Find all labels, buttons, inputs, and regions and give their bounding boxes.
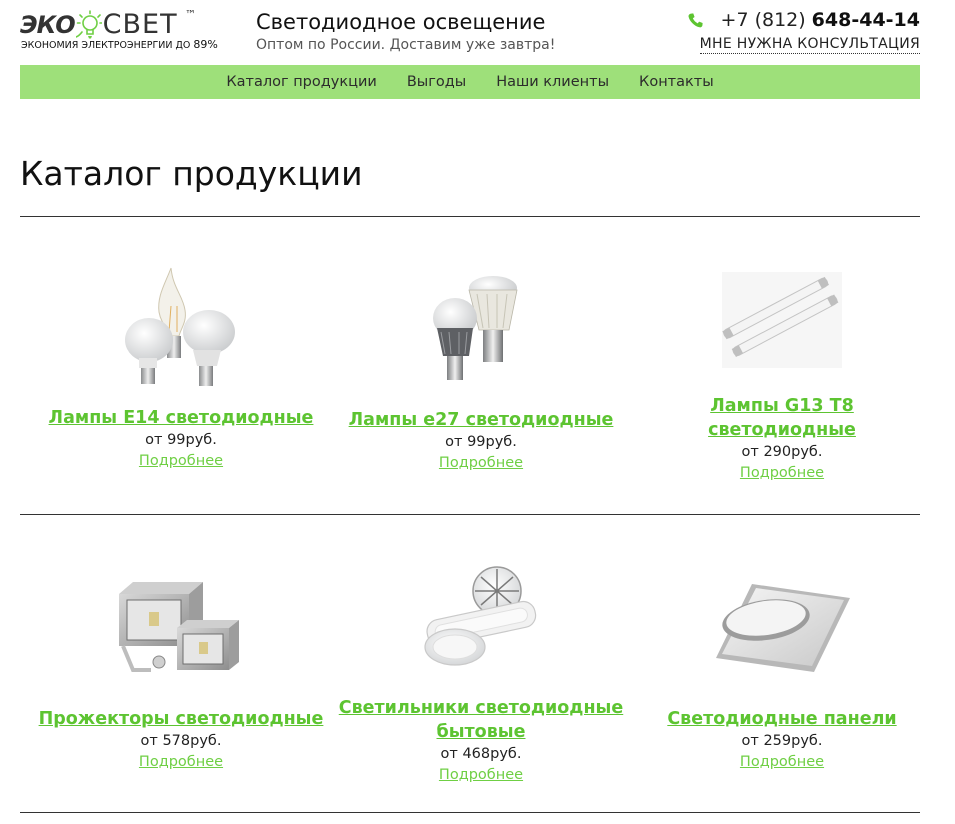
logo-left-text: ЭКО — [20, 11, 76, 39]
product-name[interactable]: Лампы e27 светодиодные — [331, 408, 631, 432]
product-image-led-panels[interactable] — [712, 578, 852, 678]
product-image-e14-lamps[interactable] — [121, 266, 241, 394]
header-contact: +7 (812) 648-44-14 МНЕ НУЖНА КОНСУЛЬТАЦИ… — [688, 8, 920, 54]
product-card: Лампы G13 T8 светодиодные от 290руб. Под… — [632, 272, 932, 483]
logo[interactable]: ЭКО СВЕТ ™ ЭКОНОМИЯ ЭЛЕКТРОЭНЕРГИИ ДО 89… — [20, 6, 220, 56]
header-tagline: Светодиодное освещение Оптом по России. … — [256, 8, 555, 54]
page-title: Каталог продукции — [20, 154, 363, 193]
product-more-link[interactable]: Подробнее — [439, 453, 523, 473]
product-image-floodlights[interactable] — [115, 578, 247, 678]
product-name[interactable]: Прожекторы светодиодные — [31, 707, 331, 731]
product-price: от 99руб. — [445, 434, 517, 450]
product-card: Прожекторы светодиодные от 578руб. Подро… — [31, 578, 331, 772]
product-price: от 259руб. — [741, 733, 823, 749]
phone-number: 648-44-14 — [811, 9, 920, 31]
product-card: Лампы E14 светодиодные от 99руб. Подробн… — [31, 266, 331, 471]
product-card: Светодиодные панели от 259руб. Подробнее — [632, 578, 932, 772]
product-image-g13-tubes[interactable] — [722, 272, 842, 368]
nav-item-benefits[interactable]: Выгоды — [407, 74, 466, 90]
divider — [20, 812, 920, 813]
logo-right-text: СВЕТ — [102, 9, 178, 40]
logo-tagline-value: 89% — [193, 38, 218, 51]
product-name[interactable]: Лампы E14 светодиодные — [31, 406, 331, 430]
bulb-icon — [75, 10, 102, 39]
product-name[interactable]: Светильники светодиодные бытовые — [331, 696, 631, 744]
divider — [20, 514, 920, 515]
divider — [20, 216, 920, 217]
product-card: Светильники светодиодные бытовые от 468р… — [331, 565, 631, 785]
product-more-link[interactable]: Подробнее — [740, 463, 824, 483]
logo-tagline: ЭКОНОМИЯ ЭЛЕКТРОЭНЕРГИИ ДО 89% — [21, 38, 218, 51]
product-more-link[interactable]: Подробнее — [740, 752, 824, 772]
product-more-link[interactable]: Подробнее — [139, 451, 223, 471]
product-price: от 578руб. — [140, 733, 222, 749]
product-image-household-fixtures[interactable] — [419, 565, 543, 669]
consultation-link[interactable]: МНЕ НУЖНА КОНСУЛЬТАЦИЯ — [699, 36, 920, 54]
product-price: от 99руб. — [145, 432, 217, 448]
logo-trademark: ™ — [185, 8, 196, 21]
site-header: ЭКО СВЕТ ™ ЭКОНОМИЯ ЭЛЕКТРОЭНЕРГИИ ДО 89… — [20, 0, 920, 65]
header-subtitle: Оптом по России. Доставим уже завтра! — [256, 37, 556, 53]
product-name[interactable]: Светодиодные панели — [632, 707, 932, 731]
main-nav: Каталог продукции Выгоды Наши клиенты Ко… — [20, 65, 920, 99]
phone-prefix: +7 (812) — [720, 9, 806, 31]
nav-item-clients[interactable]: Наши клиенты — [496, 74, 609, 90]
nav-item-catalog[interactable]: Каталог продукции — [226, 74, 377, 90]
nav-item-contacts[interactable]: Контакты — [639, 74, 714, 90]
product-price: от 468руб. — [440, 746, 522, 762]
logo-tagline-prefix: ЭКОНОМИЯ ЭЛЕКТРОЭНЕРГИИ ДО — [21, 40, 191, 51]
phone-icon — [688, 12, 703, 27]
header-title: Светодиодное освещение — [256, 10, 546, 34]
phone-row[interactable]: +7 (812) 648-44-14 — [688, 8, 920, 32]
product-more-link[interactable]: Подробнее — [439, 765, 523, 785]
product-card: Лампы e27 светодиодные от 99руб. Подробн… — [331, 274, 631, 473]
product-name[interactable]: Лампы G13 T8 светодиодные — [632, 394, 932, 442]
logo-wordmark: ЭКО СВЕТ — [20, 6, 178, 40]
product-more-link[interactable]: Подробнее — [139, 752, 223, 772]
product-image-e27-lamps[interactable] — [431, 274, 531, 386]
product-price: от 290руб. — [741, 444, 823, 460]
